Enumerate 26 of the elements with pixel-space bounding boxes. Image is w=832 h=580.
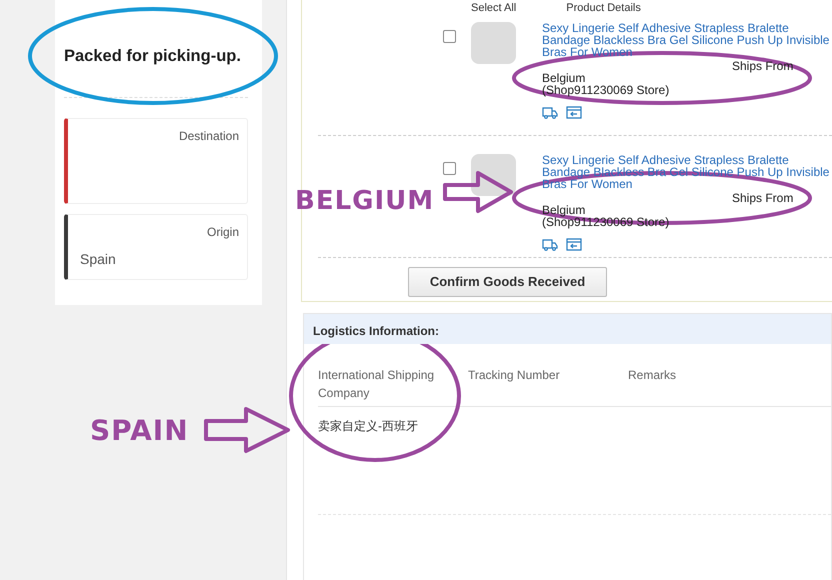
return-box-icon[interactable]: [566, 106, 582, 119]
column-header: Remarks: [628, 367, 678, 384]
status-title: Packed for picking-up.: [64, 0, 248, 98]
photo-placeholder: [471, 22, 516, 64]
column-header: Product Details: [566, 1, 641, 16]
ships-from-label: Ships From: [731, 192, 794, 204]
checkbox[interactable]: [443, 30, 456, 43]
checkbox[interactable]: [443, 162, 456, 175]
truck-icon[interactable]: [542, 238, 558, 251]
return-box-icon[interactable]: [566, 238, 582, 251]
country-text: Belgium: [542, 204, 586, 216]
column-header: International Shipping Company: [318, 367, 436, 402]
handwritten-label: SPAIN: [90, 413, 189, 449]
column-header: Tracking Number: [468, 367, 561, 384]
confirm-button[interactable]: Confirm Goods Received: [408, 267, 607, 296]
table-cell-text: 卖家自定义-西班牙: [318, 418, 419, 435]
panel-header: Logistics Information:: [304, 314, 831, 344]
hollow-arrow: [443, 171, 513, 213]
origin-label: Origin: [206, 224, 239, 241]
handwritten-label: BELGIUM: [295, 185, 434, 218]
store-name: (Shop911230069 Store): [542, 84, 670, 96]
origin-value: Spain: [80, 250, 117, 269]
truck-icon[interactable]: [542, 106, 558, 119]
country-text: Belgium: [542, 72, 586, 84]
destination-label: Destination: [178, 128, 239, 145]
select-all-label: Select All: [471, 1, 516, 16]
